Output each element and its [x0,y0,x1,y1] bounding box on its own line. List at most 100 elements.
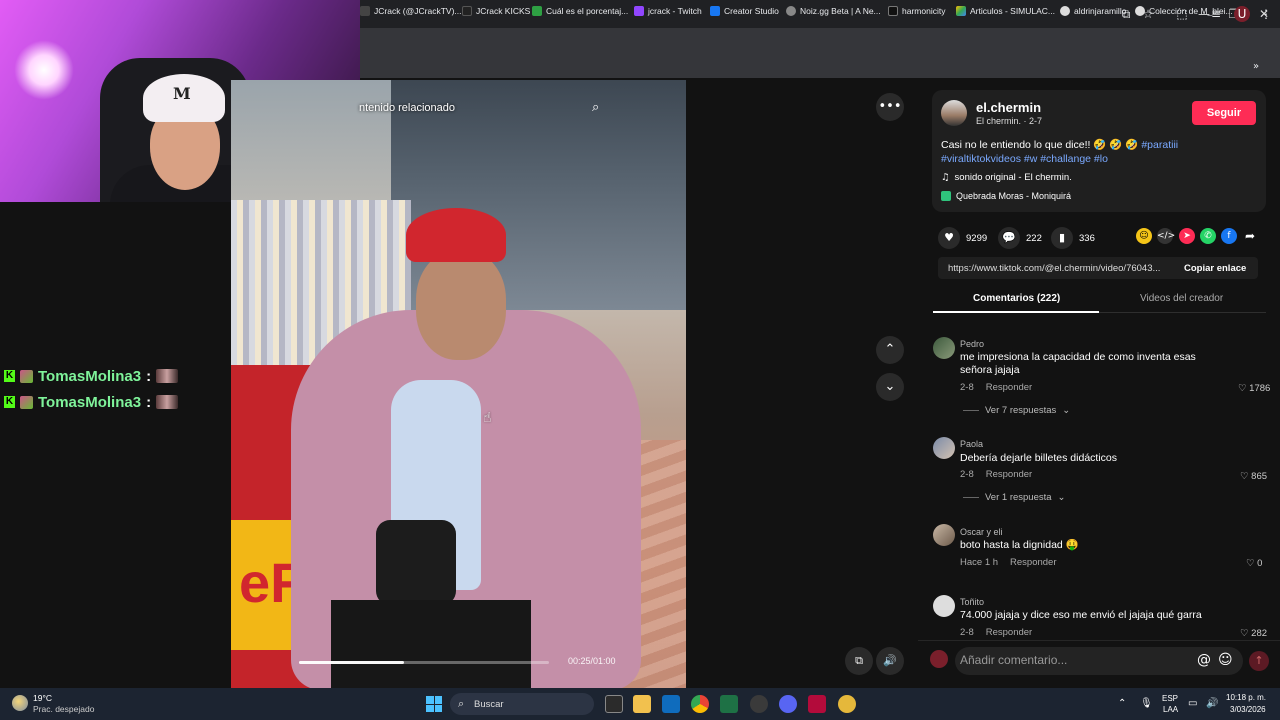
facebook-share-icon[interactable]: f [1221,228,1237,244]
taskbar-search[interactable] [450,693,594,715]
hashtag-link[interactable]: #paratiii [1141,139,1178,151]
excel-icon[interactable] [720,695,738,713]
location-link[interactable]: Quebrada Moras - Moniquirá [941,191,1071,201]
comment-username[interactable]: Toñito [960,597,984,607]
send-comment-button[interactable]: ↑ [1249,651,1269,671]
taskbar-search-label[interactable]: Buscar [474,699,504,710]
mention-icon[interactable]: @ [1197,652,1211,668]
chevron-down-icon: ⌄ [1057,492,1066,503]
bookmark-label: harmonicity [902,6,946,16]
next-video-button[interactable]: ⌄ [876,373,904,401]
profile-icon[interactable]: U [1234,6,1250,22]
more-bookmarks-icon[interactable]: » [1248,59,1264,75]
save-stat[interactable]: ▮ 336 [1051,227,1095,249]
outlook-icon[interactable] [662,695,680,713]
tab-creator-videos[interactable]: Videos del creador [1140,293,1223,304]
comment-username[interactable]: Pedro [960,339,984,349]
weather-description[interactable]: Prac. despejado [33,704,94,714]
video-progress-bar[interactable] [299,661,549,664]
previous-video-button[interactable]: ⌃ [876,336,904,364]
microphone-icon[interactable]: 🎙 [1140,698,1153,709]
author-avatar[interactable] [941,100,967,126]
comment-like[interactable]: ♡ 1786 [1238,383,1270,394]
bookmark-item[interactable]: harmonicity [888,4,945,18]
reply-button[interactable]: Responder [986,627,1032,638]
follow-button[interactable]: Seguir [1192,101,1256,125]
start-button-icon[interactable] [426,696,442,712]
comment-like[interactable]: ♡ 865 [1240,471,1267,482]
language-indicator[interactable]: ESP [1162,694,1178,703]
tray-overflow-icon[interactable]: ⌃ [1118,698,1126,709]
embed-icon[interactable]: </> [1157,228,1175,244]
chevron-down-icon: ⌄ [1062,405,1071,416]
clock-time[interactable]: 10:18 p. m. [1226,693,1266,702]
discord-icon[interactable] [779,695,797,713]
bookmark-item[interactable]: Articulos - SIMULAC... [956,4,1055,18]
bookmark-item[interactable]: Creator Studio [710,4,779,18]
chrome-icon[interactable] [691,695,709,713]
file-explorer-icon[interactable] [633,695,651,713]
bookmark-item[interactable]: Cuál es el porcentaj... [532,4,628,18]
volume-button[interactable]: 🔊 [876,647,904,675]
volume-icon[interactable]: 🔊 [1206,698,1218,709]
avatar[interactable] [933,337,955,359]
avatar[interactable] [933,595,955,617]
share-icon[interactable]: ➦ [1242,228,1258,244]
avatar[interactable] [933,437,955,459]
video-player[interactable]: eR [231,80,686,688]
bookmark-item[interactable]: jcrack - Twitch [634,4,702,18]
clock-date[interactable]: 3/03/2026 [1230,705,1266,714]
menu-icon[interactable]: ⋮ [1258,6,1274,22]
chat-username[interactable]: TomasMolina3 [38,368,141,385]
comment-stat[interactable]: 💬 222 [998,227,1042,249]
comment-meta: 2-8 Responder [960,627,1032,638]
start-tile [434,696,442,704]
whatsapp-icon[interactable]: ✆ [1200,228,1216,244]
view-replies-button[interactable]: Ver 1 respuesta ⌄ [963,492,1066,503]
chat-separator: : [146,367,152,385]
tab-comments[interactable]: Comentarios (222) [973,293,1060,304]
comment-username[interactable]: Oscar y eli [960,527,1003,537]
chat-username[interactable]: TomasMolina3 [38,394,141,411]
acrobat-icon[interactable] [808,695,826,713]
copy-link-button[interactable]: Copiar enlace [1184,263,1246,274]
emoji-icon[interactable]: ☺ [1218,652,1233,668]
kick-badge-icon: K [4,370,15,382]
banana-icon[interactable] [838,695,856,713]
comment-placeholder[interactable]: Añadir comentario... [960,653,1067,667]
repost-icon[interactable]: ☺ [1136,228,1152,244]
comment-username[interactable]: Paola [960,439,983,449]
task-view-icon[interactable] [605,695,623,713]
kick-badge-icon: K [4,396,15,408]
comment-like[interactable]: ♡ 282 [1240,628,1267,639]
bookmark-item[interactable]: JCrack KICKS [462,4,530,18]
video-link[interactable]: https://www.tiktok.com/@el.chermin/video… [948,263,1172,274]
bookmark-item[interactable]: aldrinjaramillo [1060,4,1126,18]
bookmark-item[interactable]: Colección de M_blei... [1135,4,1233,18]
user-avatar[interactable] [930,650,948,668]
sound-label: sonido original - El chermin. [954,172,1072,183]
comment-like[interactable]: ♡ 0 [1246,558,1262,569]
folder-icon [1135,6,1145,16]
app-icon[interactable] [750,695,768,713]
related-content-label[interactable]: ntenido relacionado [359,102,455,114]
network-icon[interactable]: ▭ [1188,698,1197,709]
weather-temperature[interactable]: 19°C [33,693,52,703]
bookmark-item[interactable]: Noiz.gg Beta | A Ne... [786,4,881,18]
hashtag-link[interactable]: #viraltiktokvideos #w #challange #lo [941,153,1108,165]
reply-button[interactable]: Responder [1010,557,1056,568]
reply-button[interactable]: Responder [986,382,1032,393]
miniplayer-button[interactable]: ⧉ [845,647,873,675]
bookmark-item[interactable]: JCrack (@JCrackTV)... [360,4,462,18]
more-options-button[interactable]: ••• [876,93,904,121]
reply-button[interactable]: Responder [986,469,1032,480]
send-to-friend-icon[interactable]: ➤ [1179,228,1195,244]
sound-link[interactable]: ♫ sonido original - El chermin. [941,172,1072,183]
weather-icon[interactable] [12,695,28,711]
avatar[interactable] [933,524,955,546]
search-icon[interactable]: ⌕ [592,100,599,115]
view-replies-button[interactable]: Ver 7 respuestas ⌄ [963,405,1070,416]
language-indicator-sub[interactable]: LAA [1163,705,1178,714]
author-name[interactable]: el.chermin [976,100,1041,115]
like-stat[interactable]: ♥ 9299 [938,227,987,249]
